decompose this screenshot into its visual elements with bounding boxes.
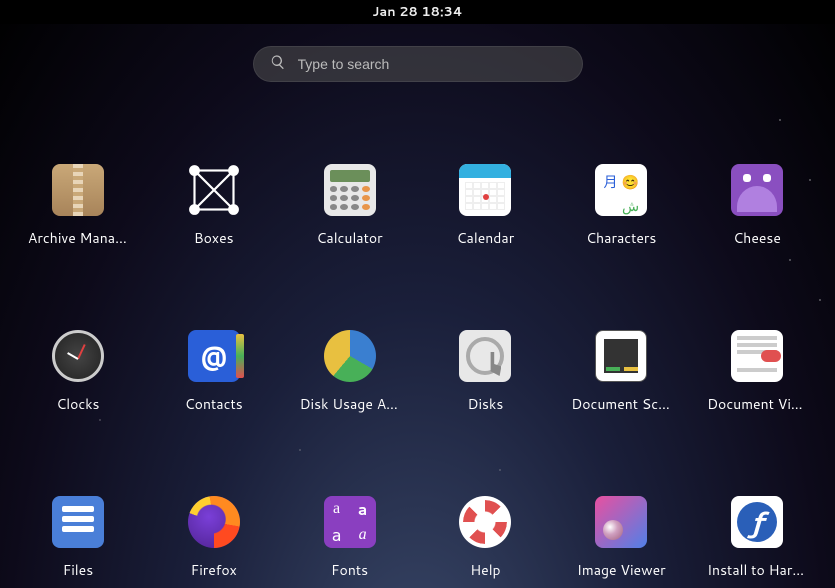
app-disk-usage[interactable]: Disk Usage Analyzer bbox=[282, 328, 418, 414]
document-scanner-icon bbox=[595, 330, 647, 382]
app-label: Clocks bbox=[56, 394, 99, 414]
app-boxes[interactable]: Boxes bbox=[146, 162, 282, 248]
app-disks[interactable]: Disks bbox=[417, 328, 553, 414]
contacts-icon bbox=[188, 330, 240, 382]
app-label: Disks bbox=[468, 394, 504, 414]
app-label: Cheese bbox=[733, 228, 781, 248]
app-label: Fonts bbox=[331, 560, 368, 580]
search-field[interactable] bbox=[253, 46, 583, 82]
characters-icon: 月😊✿ش bbox=[595, 164, 647, 216]
app-image-viewer[interactable]: Image Viewer bbox=[553, 494, 689, 580]
app-label: Files bbox=[63, 560, 93, 580]
app-archive-manager[interactable]: Archive Manager bbox=[10, 162, 146, 248]
clock-icon bbox=[52, 330, 104, 382]
calculator-icon bbox=[324, 164, 376, 216]
fonts-icon: aaaa bbox=[324, 496, 376, 548]
disk-usage-icon bbox=[324, 330, 376, 382]
cheese-icon bbox=[731, 164, 783, 216]
fedora-installer-icon bbox=[731, 496, 783, 548]
app-label: Help bbox=[470, 560, 500, 580]
app-label: Contacts bbox=[185, 394, 243, 414]
search-icon bbox=[270, 53, 286, 76]
app-calculator[interactable]: Calculator bbox=[282, 162, 418, 248]
app-grid: Archive Manager Boxes Calculator Calenda… bbox=[0, 162, 835, 580]
app-label: Characters bbox=[586, 228, 656, 248]
app-label: Firefox bbox=[191, 560, 237, 580]
document-viewer-icon bbox=[731, 330, 783, 382]
app-label: Document Viewer bbox=[707, 394, 807, 414]
app-label: Calendar bbox=[457, 228, 515, 248]
app-files[interactable]: Files bbox=[10, 494, 146, 580]
firefox-icon bbox=[188, 496, 240, 548]
app-clocks[interactable]: Clocks bbox=[10, 328, 146, 414]
app-fonts[interactable]: aaaa Fonts bbox=[282, 494, 418, 580]
app-label: Disk Usage Analyzer bbox=[300, 394, 400, 414]
calendar-icon bbox=[459, 164, 511, 216]
archive-icon bbox=[52, 164, 104, 216]
app-label: Document Scanner bbox=[571, 394, 671, 414]
help-icon bbox=[459, 496, 511, 548]
app-help[interactable]: Help bbox=[417, 494, 553, 580]
files-icon bbox=[52, 496, 104, 548]
boxes-icon bbox=[188, 164, 240, 216]
app-label: Calculator bbox=[316, 228, 382, 248]
app-characters[interactable]: 月😊✿ش Characters bbox=[553, 162, 689, 248]
app-label: Archive Manager bbox=[28, 228, 128, 248]
app-install-to-hd[interactable]: Install to Hard Drive bbox=[689, 494, 825, 580]
app-label: Boxes bbox=[194, 228, 234, 248]
app-label: Image Viewer bbox=[577, 560, 666, 580]
app-calendar[interactable]: Calendar bbox=[417, 162, 553, 248]
search-input[interactable] bbox=[298, 56, 566, 72]
clock-label[interactable]: Jan 28 18:34 bbox=[372, 3, 462, 21]
disks-icon bbox=[459, 330, 511, 382]
app-label: Install to Hard Drive bbox=[707, 560, 807, 580]
app-cheese[interactable]: Cheese bbox=[689, 162, 825, 248]
app-document-viewer[interactable]: Document Viewer bbox=[689, 328, 825, 414]
top-bar: Jan 28 18:34 bbox=[0, 0, 835, 24]
app-document-scanner[interactable]: Document Scanner bbox=[553, 328, 689, 414]
image-viewer-icon bbox=[595, 496, 647, 548]
app-contacts[interactable]: Contacts bbox=[146, 328, 282, 414]
app-firefox[interactable]: Firefox bbox=[146, 494, 282, 580]
